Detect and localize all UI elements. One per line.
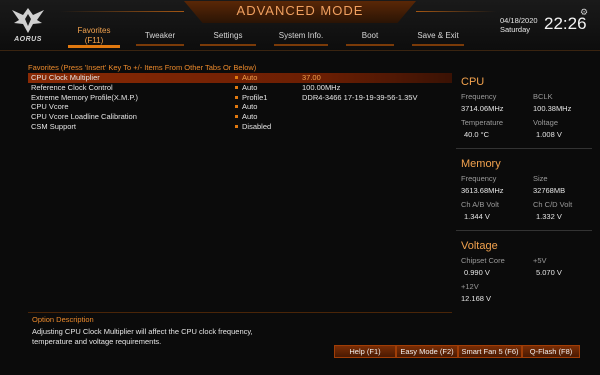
memory-size-label: Size	[533, 174, 548, 183]
memory-chcd-label: Ch C/D Volt	[533, 200, 573, 209]
qflash-button[interactable]: Q-Flash (F8)	[522, 345, 580, 358]
voltage-5v-label: +5V	[533, 256, 547, 265]
tab-bar: Favorites (F11) Tweaker Settings System …	[58, 24, 470, 50]
favorites-panel: Favorites (Press 'Insert' Key To +/- Ite…	[28, 62, 452, 312]
setting-value[interactable]: Auto	[242, 102, 257, 112]
voltage-title: Voltage	[461, 240, 498, 252]
setting-value[interactable]: Profile1	[242, 93, 267, 103]
setting-current: 37.00	[302, 73, 321, 82]
bullet-icon	[235, 85, 238, 89]
option-description-line2: temperature and voltage requirements.	[32, 337, 162, 346]
eagle-icon	[12, 8, 44, 33]
setting-value[interactable]: Auto	[242, 112, 257, 122]
cpu-voltage-label: Voltage	[533, 118, 559, 127]
banner-line-right	[416, 11, 496, 12]
banner-line-left	[60, 11, 184, 12]
footer-divider	[28, 312, 452, 313]
tab-underline	[412, 44, 464, 46]
tab-underline	[200, 44, 256, 46]
setting-label: CSM Support	[31, 121, 77, 131]
setting-current: 100.00MHz	[302, 82, 341, 92]
tab-underline	[346, 44, 394, 46]
tab-settings-label: Settings	[213, 31, 243, 40]
mode-title: ADVANCED MODE	[236, 3, 364, 18]
option-description-title: Option Description	[32, 315, 94, 324]
easy-mode-button[interactable]: Easy Mode (F2)	[396, 345, 458, 358]
tab-underline	[68, 45, 120, 48]
tab-boot[interactable]: Boot	[340, 24, 400, 48]
memory-frequency-label: Frequency	[461, 174, 497, 183]
cpu-frequency-label: Frequency	[461, 92, 497, 101]
cpu-temperature-value: 40.0 °C	[464, 130, 490, 139]
brand-name: AORUS	[14, 36, 42, 43]
setting-row-csm-support[interactable]: CSM Support Disabled	[28, 122, 452, 132]
setting-value[interactable]: Auto	[242, 83, 257, 93]
tab-tweaker[interactable]: Tweaker	[130, 24, 190, 48]
tab-favorites[interactable]: Favorites (F11)	[62, 24, 126, 48]
setting-label: CPU Vcore Loadline Calibration	[31, 112, 137, 122]
cpu-bclk-value: 100.38MHz	[533, 104, 572, 113]
tab-system-info-label: System Info.	[278, 31, 324, 40]
voltage-chipset-value: 0.990 V	[464, 268, 490, 277]
favorites-title: Favorites (Press 'Insert' Key To +/- Ite…	[28, 63, 257, 72]
setting-row-cpu-clock-multiplier[interactable]: CPU Clock Multiplier Auto 37.00	[28, 73, 452, 83]
setting-row-reference-clock[interactable]: Reference Clock Control Auto 100.00MHz	[28, 83, 452, 93]
tab-system-info[interactable]: System Info.	[268, 24, 334, 48]
date: 04/18/2020	[500, 16, 538, 25]
bullet-icon	[235, 76, 238, 79]
cpu-title: CPU	[461, 76, 485, 88]
top-header: AORUS ADVANCED MODE Favorites (F11) Twea…	[0, 0, 600, 51]
cpu-frequency-value: 3714.06MHz	[461, 104, 504, 113]
memory-size-value: 32768MB	[533, 186, 566, 195]
gear-icon[interactable]: ⚙	[580, 7, 588, 18]
setting-label: Extreme Memory Profile(X.M.P.)	[31, 92, 138, 102]
setting-label: CPU Clock Multiplier	[31, 73, 100, 82]
voltage-chipset-label: Chipset Core	[461, 256, 505, 265]
memory-title: Memory	[461, 158, 501, 170]
panel-divider	[456, 148, 592, 149]
tab-underline	[274, 44, 328, 46]
date-time: 04/18/2020 Saturday 22:26	[500, 14, 587, 34]
tab-boot-label: Boot	[361, 31, 379, 40]
voltage-12v-value: 12.168 V	[461, 294, 492, 303]
tab-save-exit[interactable]: Save & Exit	[406, 24, 470, 48]
setting-row-vcore-llc[interactable]: CPU Vcore Loadline Calibration Auto	[28, 112, 452, 122]
tab-favorites-label: Favorites	[77, 26, 111, 35]
bullet-icon	[235, 105, 238, 109]
panel-divider	[456, 230, 592, 231]
setting-current: DDR4-3466 17-19-19-39-56-1.35V	[302, 92, 418, 102]
weekday: Saturday	[500, 25, 531, 34]
memory-chcd-value: 1.332 V	[536, 212, 562, 221]
tab-save-exit-label: Save & Exit	[417, 31, 459, 40]
memory-chab-label: Ch A/B Volt	[461, 200, 499, 209]
tab-underline	[136, 44, 184, 46]
setting-value[interactable]: Disabled	[242, 122, 271, 132]
option-description-line1: Adjusting CPU Clock Multiplier will affe…	[32, 327, 253, 336]
smart-fan-button[interactable]: Smart Fan 5 (F6)	[458, 345, 522, 358]
cpu-voltage-value: 1.008 V	[536, 130, 562, 139]
setting-value[interactable]: Auto	[242, 73, 257, 83]
setting-row-cpu-vcore[interactable]: CPU Vcore Auto	[28, 102, 452, 112]
cpu-temperature-label: Temperature	[461, 118, 504, 127]
voltage-5v-value: 5.070 V	[536, 268, 562, 277]
bullet-icon	[235, 115, 238, 119]
bullet-icon	[235, 95, 238, 99]
memory-frequency-value: 3613.68MHz	[461, 186, 504, 195]
setting-row-xmp[interactable]: Extreme Memory Profile(X.M.P.) Profile1 …	[28, 93, 452, 103]
setting-label: CPU Vcore	[31, 102, 69, 112]
tab-settings[interactable]: Settings	[194, 24, 262, 48]
voltage-12v-label: +12V	[461, 282, 479, 291]
bullet-icon	[235, 124, 238, 128]
setting-label: Reference Clock Control	[31, 82, 113, 92]
memory-chab-value: 1.344 V	[464, 212, 490, 221]
cpu-bclk-label: BCLK	[533, 92, 553, 101]
aorus-logo: AORUS	[8, 6, 48, 50]
help-button[interactable]: Help (F1)	[334, 345, 396, 358]
tab-tweaker-label: Tweaker	[144, 31, 176, 40]
